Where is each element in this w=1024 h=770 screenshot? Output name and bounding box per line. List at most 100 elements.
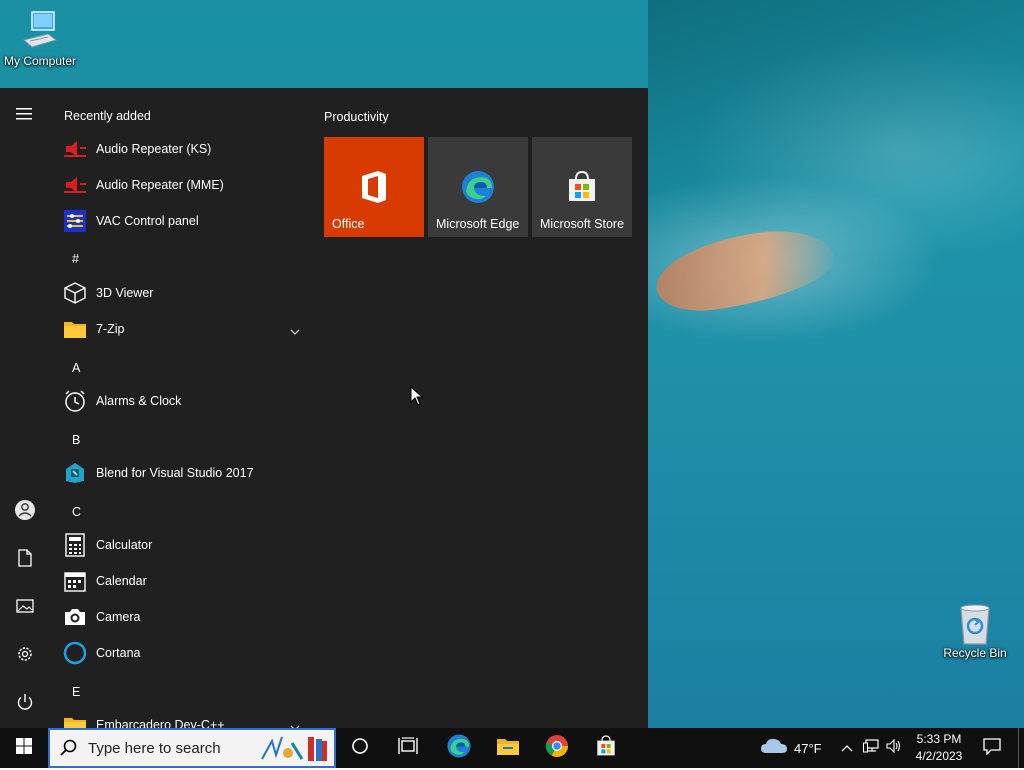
app-label: VAC Control panel	[96, 214, 199, 228]
letter-header-e[interactable]: E	[72, 685, 80, 699]
clock-icon	[62, 388, 88, 414]
settings-button[interactable]	[0, 634, 50, 678]
desktop-icon-label: Recycle Bin	[943, 646, 1007, 660]
letter-header-b[interactable]: B	[72, 433, 80, 447]
volume-button[interactable]	[883, 728, 905, 768]
chevron-down-icon[interactable]	[290, 719, 300, 728]
app-item-alarms-clock[interactable]: Alarms & Clock	[50, 383, 308, 419]
computer-icon	[20, 10, 60, 50]
search-input[interactable]	[86, 738, 260, 758]
search-icon	[60, 739, 78, 757]
chevron-up-icon	[841, 739, 853, 757]
power-button[interactable]	[0, 682, 50, 726]
action-center-button[interactable]	[972, 728, 1012, 768]
taskbar-app-chrome[interactable]	[533, 728, 581, 768]
tile-group-title: Productivity	[324, 110, 389, 124]
windows-logo-icon	[16, 737, 32, 759]
vac-control-icon	[62, 208, 88, 234]
hamburger-icon	[16, 107, 34, 126]
tiles-area: Productivity Office Microsoft Edge Micro…	[310, 88, 648, 728]
app-label: Calendar	[96, 574, 147, 588]
app-item-embarcadero-dev-cpp[interactable]: Embarcadero Dev-C++	[50, 707, 308, 728]
taskbar-app-file-explorer[interactable]	[484, 728, 532, 768]
letter-header-hash[interactable]: #	[72, 252, 79, 266]
app-item-calendar[interactable]: Calendar	[50, 563, 308, 599]
user-icon	[14, 499, 36, 526]
clock-time: 5:33 PM	[916, 732, 962, 746]
app-item-3d-viewer[interactable]: 3D Viewer	[50, 275, 308, 311]
taskbar: 47°F 5:33 PM 4/2/2023	[0, 728, 1024, 768]
expand-menu-button[interactable]	[0, 94, 50, 138]
tile-label: Microsoft Store	[540, 217, 625, 231]
app-label: 7-Zip	[96, 322, 125, 336]
show-hidden-icons-button[interactable]	[836, 728, 858, 768]
edge-icon	[446, 733, 472, 764]
network-button[interactable]	[860, 728, 882, 768]
app-item-vac-control-panel[interactable]: VAC Control panel	[50, 203, 308, 239]
task-view-icon	[398, 736, 418, 760]
app-item-camera[interactable]: Camera	[50, 599, 308, 635]
app-item-audio-repeater-mme[interactable]: Audio Repeater (MME)	[50, 167, 308, 203]
desktop-icon-recycle-bin[interactable]: Recycle Bin	[935, 602, 1015, 660]
clock-date-button[interactable]: 5:33 PM 4/2/2023	[906, 728, 972, 768]
cortana-icon	[62, 640, 88, 666]
task-view-button[interactable]	[384, 728, 432, 768]
app-label: Camera	[96, 610, 141, 624]
app-label: Calculator	[96, 538, 153, 552]
app-item-blend[interactable]: Blend for Visual Studio 2017	[50, 455, 308, 491]
start-button[interactable]	[0, 728, 48, 768]
app-item-audio-repeater-ks[interactable]: Audio Repeater (KS)	[50, 131, 308, 167]
start-rail	[0, 88, 50, 728]
audio-repeater-icon	[62, 172, 88, 198]
app-item-calculator[interactable]: Calculator	[50, 527, 308, 563]
network-icon	[863, 738, 879, 758]
recently-added-heading: Recently added	[64, 109, 151, 123]
cortana-button[interactable]	[336, 728, 384, 768]
taskbar-app-store[interactable]	[582, 728, 630, 768]
taskbar-search-box[interactable]	[48, 728, 336, 768]
store-icon	[594, 734, 618, 763]
app-item-7-zip[interactable]: 7-Zip	[50, 311, 308, 347]
start-menu: Recently added Audio Repeater (KS) Audio…	[0, 88, 648, 728]
document-icon	[17, 548, 33, 572]
tile-label: Office	[332, 217, 365, 231]
app-label: 3D Viewer	[96, 286, 154, 300]
tile-microsoft-store[interactable]: Microsoft Store	[532, 137, 632, 237]
desktop-icon-label: My Computer	[3, 54, 77, 68]
chevron-down-icon[interactable]	[290, 323, 300, 341]
desktop-icon-my-computer[interactable]: My Computer	[0, 10, 80, 68]
app-item-cortana[interactable]: Cortana	[50, 635, 308, 671]
folder-icon	[62, 316, 88, 342]
power-icon	[16, 693, 34, 716]
app-label: Alarms & Clock	[96, 394, 182, 408]
cube-icon	[62, 280, 88, 306]
pictures-button[interactable]	[0, 586, 50, 630]
circle-icon	[351, 737, 369, 760]
letter-header-c[interactable]: C	[72, 505, 81, 519]
tile-label: Microsoft Edge	[436, 217, 520, 231]
app-label: Cortana	[96, 646, 141, 660]
app-label: Audio Repeater (KS)	[96, 142, 212, 156]
app-label: Embarcadero Dev-C++	[96, 718, 225, 728]
documents-button[interactable]	[0, 538, 50, 582]
tile-microsoft-edge[interactable]: Microsoft Edge	[428, 137, 528, 237]
camera-icon	[62, 604, 88, 630]
app-list: Recently added Audio Repeater (KS) Audio…	[50, 88, 310, 728]
store-icon	[564, 169, 600, 205]
calculator-icon	[62, 532, 88, 558]
folder-icon	[62, 712, 88, 728]
mouse-cursor-icon	[410, 385, 424, 406]
letter-header-a[interactable]: A	[72, 361, 80, 375]
show-desktop-button[interactable]	[1018, 728, 1024, 768]
office-icon	[356, 169, 392, 205]
tile-office[interactable]: Office	[324, 137, 424, 237]
weather-widget[interactable]: 47°F	[760, 728, 830, 768]
folder-icon	[496, 736, 520, 761]
audio-repeater-icon	[62, 136, 88, 162]
cloud-icon	[760, 737, 788, 760]
weather-temperature: 47°F	[794, 740, 822, 756]
taskbar-app-edge[interactable]	[435, 728, 483, 768]
gear-icon	[16, 645, 34, 668]
user-account-button[interactable]	[0, 490, 50, 534]
picture-icon	[16, 598, 34, 619]
